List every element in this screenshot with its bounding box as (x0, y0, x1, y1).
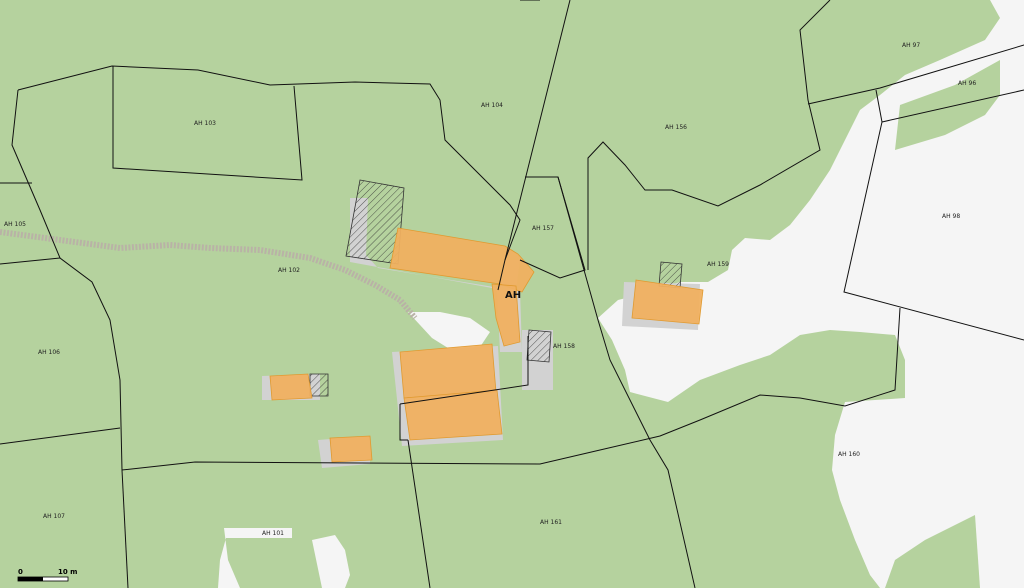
scale-bar-start-label: 0 (18, 568, 23, 576)
parcel-label-ah156[interactable]: AH 156 (665, 124, 687, 131)
parcel-label-ah105[interactable]: AH 105 (4, 221, 26, 228)
parcel-label-ah161[interactable]: AH 161 (540, 519, 562, 526)
parcel-label-ah103[interactable]: AH 103 (194, 120, 216, 127)
parcel-label-ah106[interactable]: AH 106 (38, 349, 60, 356)
parcel-label-ah158[interactable]: AH 158 (553, 343, 575, 350)
scale-bar-segment (18, 577, 43, 581)
scale-bar-end-label: 10 m (58, 568, 77, 576)
parcel-label-ah159[interactable]: AH 159 (707, 261, 729, 268)
parcel-label-ah160[interactable]: AH 160 (838, 451, 860, 458)
parcel-label-ah157[interactable]: AH 157 (532, 225, 554, 232)
parcel-label-ah107[interactable]: AH 107 (43, 513, 65, 520)
map-canvas[interactable]: AH 97 AH 96 AH 104 AH 156 AH 103 AH 98 A… (0, 0, 1024, 588)
parcel-label-ah98[interactable]: AH 98 (942, 213, 960, 220)
parcel-label-ah102[interactable]: AH 102 (278, 267, 300, 274)
place-label: AH (505, 290, 521, 301)
map-svg: AH 97 AH 96 AH 104 AH 156 AH 103 AH 98 A… (0, 0, 1024, 588)
parcel-label-ah101[interactable]: AH 101 (262, 530, 284, 537)
parcel-label-ah104[interactable]: AH 104 (481, 102, 503, 109)
parcel-label-ah96[interactable]: AH 96 (958, 80, 976, 87)
parcel-label-ah97[interactable]: AH 97 (902, 42, 920, 49)
